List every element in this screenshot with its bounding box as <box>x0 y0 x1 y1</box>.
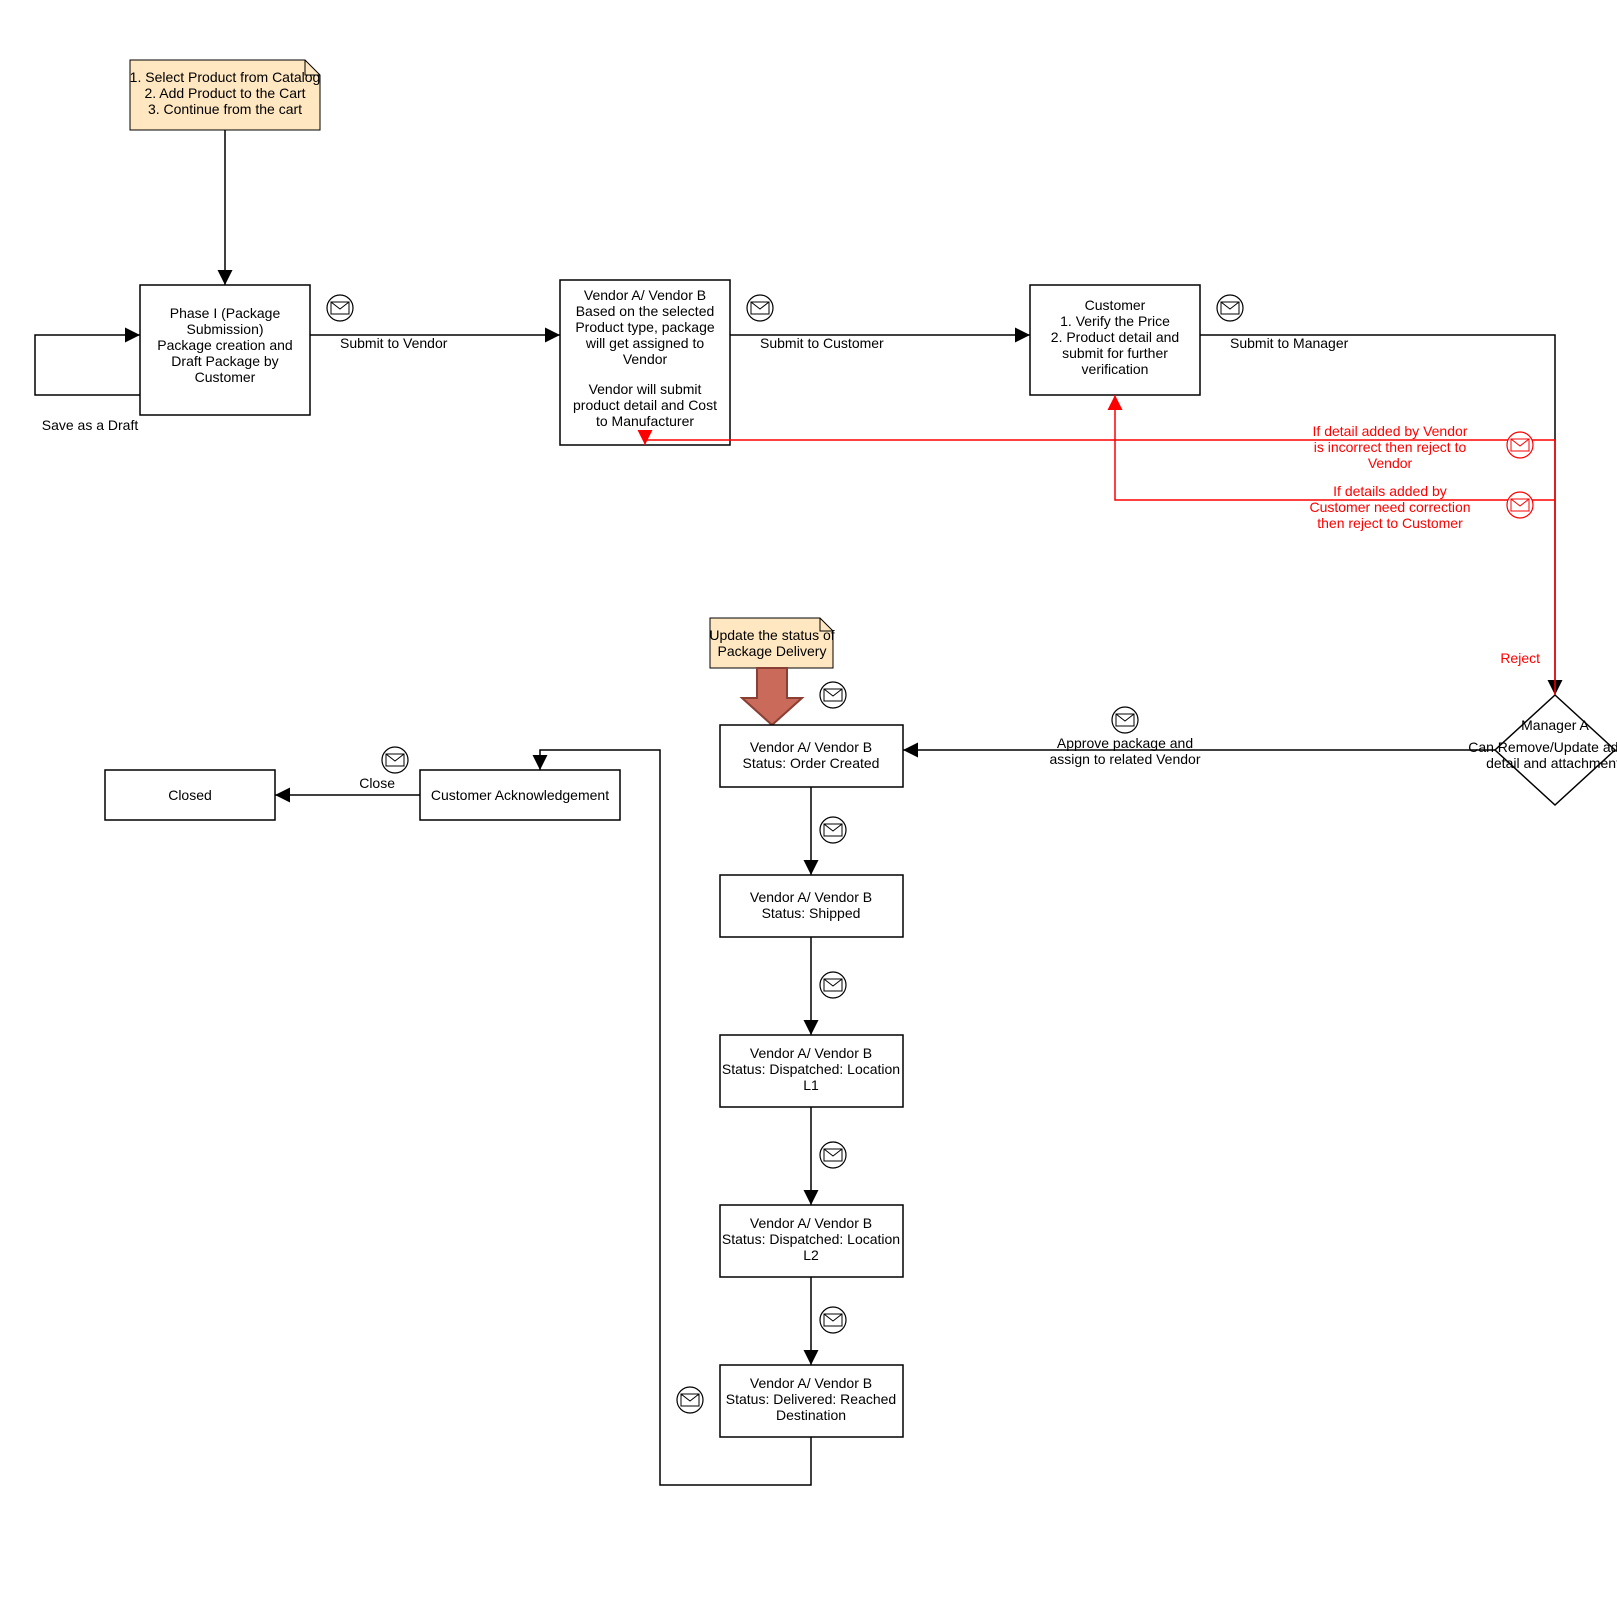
mail-icon <box>677 1387 703 1413</box>
svg-text:2. Add Product to the Cart: 2. Add Product to the Cart <box>144 85 305 101</box>
svg-text:submit for further: submit for further <box>1062 345 1168 361</box>
svg-text:Vendor: Vendor <box>623 351 668 367</box>
svg-text:product detail and Cost: product detail and Cost <box>573 397 717 413</box>
svg-text:Vendor will submit: Vendor will submit <box>589 381 702 397</box>
mail-icon <box>382 747 408 773</box>
label-reject: Reject <box>1500 650 1540 666</box>
svg-text:If detail added by Vendor: If detail added by Vendor <box>1313 423 1468 439</box>
svg-text:Vendor A/ Vendor B: Vendor A/ Vendor B <box>750 1215 872 1231</box>
svg-text:3. Continue from the cart: 3. Continue from the cart <box>148 101 302 117</box>
svg-text:Customer: Customer <box>1085 297 1146 313</box>
note-delivery: Update the status of Package Delivery <box>709 618 834 668</box>
mail-icon <box>820 682 846 708</box>
svg-text:Update the status of: Update the status of <box>709 627 834 643</box>
box-delivered: Vendor A/ Vendor B Status: Delivered: Re… <box>720 1365 903 1437</box>
mail-icon <box>1507 492 1533 518</box>
box-phase1: Phase I (Package Submission) Package cre… <box>140 285 310 415</box>
mail-icon <box>820 972 846 998</box>
svg-text:Vendor A/ Vendor B: Vendor A/ Vendor B <box>750 889 872 905</box>
svg-text:Status: Dispatched: Location: Status: Dispatched: Location <box>722 1231 900 1247</box>
svg-text:Destination: Destination <box>776 1407 846 1423</box>
label-close: Close <box>359 775 395 791</box>
flow-diagram: 1. Select Product from Catalog 2. Add Pr… <box>0 0 1617 1623</box>
svg-text:Status: Dispatched: Location: Status: Dispatched: Location <box>722 1061 900 1077</box>
svg-text:Vendor A/ Vendor B: Vendor A/ Vendor B <box>750 739 872 755</box>
svg-text:Customer: Customer <box>195 369 256 385</box>
mail-icon <box>1217 295 1243 321</box>
svg-text:Vendor A/ Vendor B: Vendor A/ Vendor B <box>750 1045 872 1061</box>
svg-text:detail and attachment.: detail and attachment. <box>1486 755 1617 771</box>
label-submit-vendor: Submit to Vendor <box>340 335 448 351</box>
svg-text:Vendor A/ Vendor B: Vendor A/ Vendor B <box>584 287 706 303</box>
svg-text:then reject to Customer: then reject to Customer <box>1317 515 1463 531</box>
svg-text:Package Delivery: Package Delivery <box>718 643 827 659</box>
svg-text:Customer need correction: Customer need correction <box>1309 499 1470 515</box>
svg-text:Approve package and: Approve package and <box>1057 735 1193 751</box>
mail-icon <box>1507 432 1533 458</box>
svg-text:Customer Acknowledgement: Customer Acknowledgement <box>431 787 609 803</box>
mail-icon <box>747 295 773 321</box>
mail-icon <box>1112 707 1138 733</box>
box-closed: Closed <box>105 770 275 820</box>
svg-text:Phase I (Package: Phase I (Package <box>170 305 281 321</box>
mail-icon <box>820 1142 846 1168</box>
box-shipped: Vendor A/ Vendor B Status: Shipped <box>720 875 903 937</box>
big-arrow-icon <box>742 668 802 725</box>
svg-text:Draft Package by: Draft Package by <box>171 353 278 369</box>
box-vendor: Vendor A/ Vendor B Based on the selected… <box>560 280 730 445</box>
svg-text:Status: Shipped: Status: Shipped <box>762 905 861 921</box>
svg-text:Vendor A/ Vendor B: Vendor A/ Vendor B <box>750 1375 872 1391</box>
label-submit-customer: Submit to Customer <box>760 335 884 351</box>
svg-text:Status: Delivered: Reached: Status: Delivered: Reached <box>726 1391 896 1407</box>
box-dispatched-l1: Vendor A/ Vendor B Status: Dispatched: L… <box>720 1035 903 1107</box>
svg-text:is incorrect then reject to: is incorrect then reject to <box>1314 439 1467 455</box>
svg-text:will get assigned to: will get assigned to <box>585 335 705 351</box>
svg-text:L2: L2 <box>803 1247 819 1263</box>
svg-text:Package creation and: Package creation and <box>157 337 292 353</box>
note-catalog: 1. Select Product from Catalog 2. Add Pr… <box>130 60 321 130</box>
mail-icon <box>820 1307 846 1333</box>
svg-text:Closed: Closed <box>168 787 212 803</box>
mail-icon <box>820 817 846 843</box>
svg-text:Based on the selected: Based on the selected <box>576 303 715 319</box>
box-ack: Customer Acknowledgement <box>420 770 620 820</box>
svg-text:verification: verification <box>1082 361 1149 377</box>
box-order-created: Vendor A/ Vendor B Status: Order Created <box>720 725 903 787</box>
svg-text:Product type, package: Product type, package <box>575 319 715 335</box>
svg-text:Vendor: Vendor <box>1368 455 1413 471</box>
svg-text:1. Verify the Price: 1. Verify the Price <box>1060 313 1170 329</box>
svg-text:Can Remove/Update added: Can Remove/Update added <box>1468 739 1617 755</box>
svg-text:to Manufacturer: to Manufacturer <box>596 413 694 429</box>
svg-text:Manager A: Manager A <box>1521 717 1589 733</box>
svg-text:Submission): Submission) <box>186 321 263 337</box>
svg-text:Status: Order Created: Status: Order Created <box>743 755 880 771</box>
svg-text:If details added by: If details added by <box>1333 483 1447 499</box>
svg-text:2. Product detail and: 2. Product detail and <box>1051 329 1179 345</box>
label-submit-manager: Submit to Manager <box>1230 335 1349 351</box>
mail-icon <box>327 295 353 321</box>
svg-text:L1: L1 <box>803 1077 819 1093</box>
label-save-draft: Save as a Draft <box>42 417 139 433</box>
box-customer: Customer 1. Verify the Price 2. Product … <box>1030 285 1200 395</box>
svg-text:assign to related Vendor: assign to related Vendor <box>1050 751 1201 767</box>
svg-text:1. Select Product from Catalog: 1. Select Product from Catalog <box>130 69 321 85</box>
box-dispatched-l2: Vendor A/ Vendor B Status: Dispatched: L… <box>720 1205 903 1277</box>
